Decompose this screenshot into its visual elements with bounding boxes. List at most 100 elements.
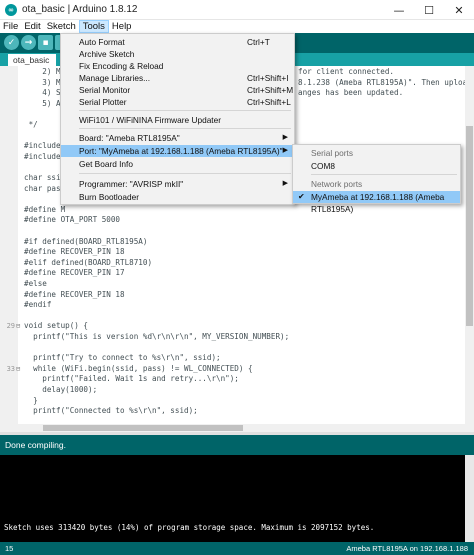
- menu-separator: [79, 128, 291, 129]
- new-sketch-button[interactable]: ▪: [38, 35, 53, 50]
- line-number: 29: [6, 322, 15, 331]
- editor-horizontal-scrollbar[interactable]: [18, 424, 465, 432]
- menu-item-serial-monitor[interactable]: Serial Monitor Ctrl+Shift+M: [61, 84, 294, 96]
- window-controls: — ☐ ✕: [384, 0, 474, 20]
- code-line: #else: [0, 279, 474, 290]
- title-bar: ∞ ota_basic | Arduino 1.8.12 — ☐ ✕: [0, 0, 474, 20]
- code-text: */: [24, 120, 38, 129]
- code-text: char pass: [24, 183, 66, 193]
- menu-item-label: Burn Bootloader: [79, 192, 139, 202]
- editor-vertical-scrollbar[interactable]: [465, 66, 474, 432]
- menu-file[interactable]: File: [0, 20, 21, 33]
- menu-item-serial-plotter[interactable]: Serial Plotter Ctrl+Shift+L: [61, 96, 294, 108]
- menu-item-shortcut: Ctrl+Shift+L: [247, 97, 291, 107]
- menu-item-label: Archive Sketch: [79, 49, 135, 59]
- scroll-thumb[interactable]: [43, 425, 243, 431]
- code-text: #include: [24, 151, 61, 161]
- menu-item-archive-sketch[interactable]: Archive Sketch: [61, 48, 294, 60]
- code-line: printf("Connected to %s\r\n", ssid);: [0, 406, 474, 417]
- menu-item-label: Auto Format: [79, 37, 125, 47]
- code-text: printf("Failed. Wait 1s and retry...\r\n…: [24, 374, 239, 384]
- submenu-arrow-icon: ▶: [282, 180, 288, 187]
- code-line: 33 ⊟ while (WiFi.begin(ssid, pass) != WL_…: [0, 364, 474, 375]
- menu-item-label: Get Board Info: [79, 159, 133, 169]
- menu-item-programmer[interactable]: Programmer: "AVRISP mkII" ▶: [61, 178, 294, 190]
- menu-tools[interactable]: Tools: [78, 20, 109, 33]
- code-text: #define RECOVER_PIN 17: [24, 268, 125, 278]
- code-line: #define RECOVER_PIN 18: [0, 247, 474, 258]
- code-line: #endif: [0, 300, 474, 311]
- code-line: }: [0, 396, 474, 407]
- fold-toggle-icon[interactable]: ⊟: [16, 364, 22, 375]
- code-text: #define RECOVER_PIN 18: [24, 247, 125, 257]
- minimize-button[interactable]: —: [384, 0, 414, 20]
- output-console[interactable]: Sketch uses 313420 bytes (14%) of progra…: [0, 455, 474, 542]
- code-text-fragment: 8.1.238 (Ameba RTL8195A)". Then upload.: [298, 77, 474, 87]
- port-item-com8[interactable]: COM8: [293, 160, 460, 172]
- menu-item-board[interactable]: Board: "Ameba RTL8195A" ▶: [61, 132, 294, 144]
- tools-menu: Auto Format Ctrl+T Archive Sketch Fix Enc…: [60, 33, 295, 205]
- code-text: while (WiFi.begin(ssid, pass) != WL_CONN…: [24, 363, 253, 373]
- tab-ota-basic[interactable]: ota_basic §: [8, 54, 56, 77]
- menu-item-get-board-info[interactable]: Get Board Info: [61, 158, 294, 170]
- code-text: #if defined(BOARD_RTL8195A): [24, 236, 148, 246]
- serial-ports-header: Serial ports: [311, 148, 353, 158]
- code-text-fragment: for client connected.: [298, 67, 395, 76]
- menu-separator: [311, 174, 457, 175]
- code-text: }: [24, 395, 38, 405]
- code-text: #include: [24, 141, 61, 151]
- arduino-ide-window: ∞ ota_basic | Arduino 1.8.12 — ☐ ✕ File …: [0, 0, 474, 555]
- submenu-arrow-icon: ▶: [282, 147, 288, 154]
- maximize-button[interactable]: ☐: [414, 0, 444, 20]
- menu-item-auto-format[interactable]: Auto Format Ctrl+T: [61, 36, 294, 48]
- line-number: 33: [6, 364, 15, 373]
- window-title: ota_basic | Arduino 1.8.12: [22, 4, 138, 15]
- menu-help[interactable]: Help: [109, 20, 135, 33]
- scroll-thumb[interactable]: [466, 126, 473, 326]
- port-item-myameba[interactable]: ✔ MyAmeba at 192.168.1.188 (Ameba RTL8195…: [293, 191, 460, 214]
- menu-item-shortcut: Ctrl+T: [247, 37, 270, 47]
- menu-item-label: Port: "MyAmeba at 192.168.1.188 (Ameba R…: [79, 146, 283, 156]
- menu-separator: [79, 173, 291, 174]
- code-text: char ssid: [24, 173, 66, 182]
- upload-button[interactable]: →: [21, 35, 36, 50]
- menu-item-fix-encoding[interactable]: Fix Encoding & Reload: [61, 60, 294, 72]
- verify-button[interactable]: ✓: [4, 35, 19, 50]
- menu-bar: File Edit Sketch Tools Help: [0, 20, 474, 33]
- code-text-fragment: anges has been updated.: [298, 88, 404, 98]
- submenu-arrow-icon: ▶: [282, 134, 288, 141]
- close-button[interactable]: ✕: [444, 0, 474, 20]
- arduino-logo-icon: ∞: [5, 3, 17, 16]
- console-scrollbar[interactable]: [465, 455, 474, 542]
- footer-bar: 15 Ameba RTL8195A on 192.168.1.188: [0, 542, 474, 555]
- code-text: #define OTA_PORT 5000: [24, 215, 121, 225]
- menu-item-firmware-updater[interactable]: WiFi101 / WiFiNINA Firmware Updater: [61, 114, 294, 126]
- code-line: #elif defined(BOARD_RTL8710): [0, 258, 474, 269]
- code-line: #if defined(BOARD_RTL8195A): [0, 237, 474, 248]
- status-text: Done compiling.: [5, 440, 66, 450]
- code-line: delay(1000);: [0, 385, 474, 396]
- code-text: printf("Try to connect to %s\r\n", ssid)…: [24, 353, 221, 363]
- code-line: printf("Failed. Wait 1s and retry...\r\n…: [0, 374, 474, 385]
- code-line: 29 ⊟ void setup() {: [0, 321, 474, 332]
- menu-item-label: Fix Encoding & Reload: [79, 61, 164, 71]
- menu-edit[interactable]: Edit: [21, 20, 43, 33]
- code-line: printf("Try to connect to %s\r\n", ssid)…: [0, 353, 474, 364]
- status-bar: Done compiling.: [0, 435, 474, 455]
- menu-item-burn-bootloader[interactable]: Burn Bootloader: [61, 191, 294, 203]
- port-submenu: Serial ports COM8 Network ports ✔ MyAmeba…: [292, 144, 461, 214]
- menu-item-manage-libraries[interactable]: Manage Libraries... Ctrl+Shift+I: [61, 72, 294, 84]
- menu-sketch[interactable]: Sketch: [44, 20, 79, 33]
- code-text: printf("Connected to %s\r\n", ssid);: [24, 406, 198, 416]
- menu-item-label: Manage Libraries...: [79, 73, 151, 83]
- code-line: printf("This is version %d\r\n\r\n", MY_…: [0, 332, 474, 343]
- menu-item-port[interactable]: Port: "MyAmeba at 192.168.1.188 (Ameba R…: [61, 145, 294, 157]
- network-ports-header: Network ports: [311, 179, 363, 189]
- menu-item-label: Programmer: "AVRISP mkII": [79, 179, 184, 189]
- fold-toggle-icon[interactable]: ⊟: [16, 321, 22, 332]
- code-line: #define OTA_PORT 5000: [0, 215, 474, 226]
- code-text: #elif defined(BOARD_RTL8710): [24, 257, 153, 267]
